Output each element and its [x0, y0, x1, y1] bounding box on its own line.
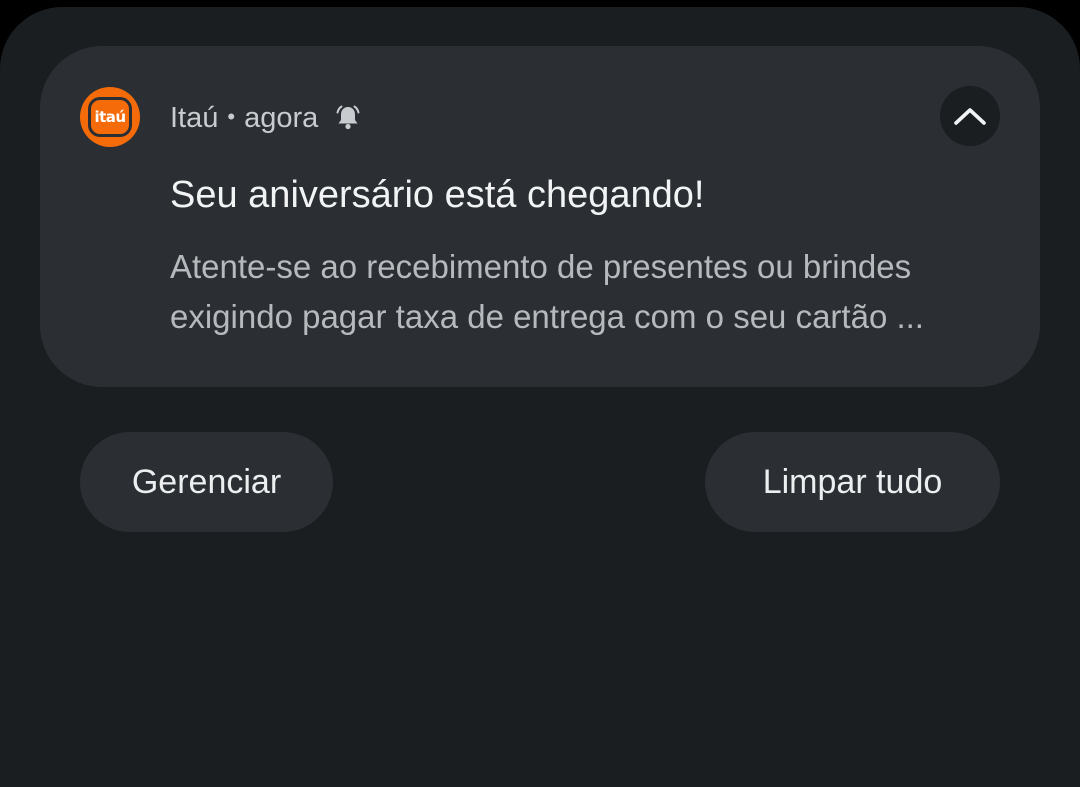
notification-body-line-1: Atente-se ao recebimento de presentes ou…: [170, 248, 912, 285]
header-separator: •: [227, 104, 236, 129]
notification-header: Itaú • agora: [170, 98, 362, 138]
notification-time: agora: [244, 101, 319, 134]
app-icon-label: itaú: [88, 97, 132, 137]
notification-title: Seu aniversário está chegando!: [170, 174, 705, 216]
notification-shade: itaú Itaú • agora Seu aniversário está c…: [0, 7, 1080, 787]
bell-ringing-icon: [334, 104, 362, 132]
notification-card[interactable]: itaú Itaú • agora Seu aniversário está c…: [40, 46, 1040, 387]
manage-button[interactable]: Gerenciar: [80, 432, 333, 532]
clear-all-button[interactable]: Limpar tudo: [705, 432, 1000, 532]
collapse-button[interactable]: [940, 86, 1000, 146]
notification-body-line-2: exigindo pagar taxa de entrega com o seu…: [170, 298, 924, 335]
notification-body: Atente-se ao recebimento de presentes ou…: [170, 242, 1010, 342]
itau-logo-icon: itaú: [80, 87, 140, 147]
app-name: Itaú: [170, 101, 219, 134]
chevron-up-icon: [954, 108, 986, 125]
